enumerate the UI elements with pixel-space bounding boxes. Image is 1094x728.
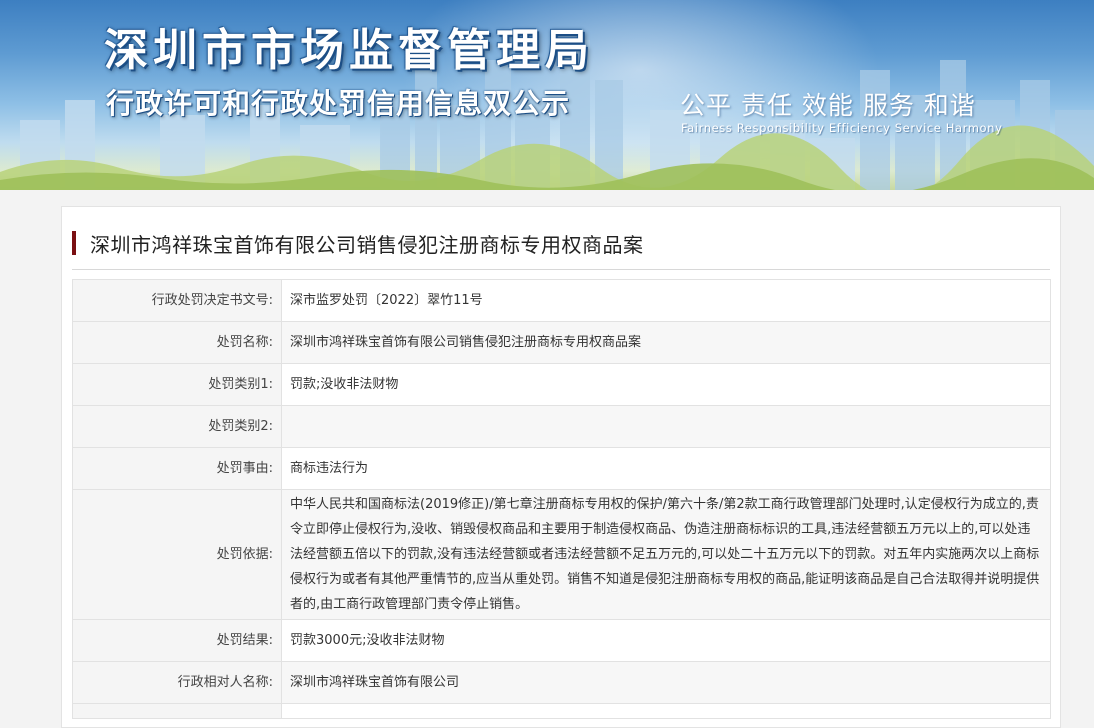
field-label: 行政处罚决定书文号: — [72, 279, 282, 322]
field-value: 深圳市鸿祥珠宝首饰有限公司 — [281, 661, 1051, 704]
content-panel: 深圳市鸿祥珠宝首饰有限公司销售侵犯注册商标专用权商品案 行政处罚决定书文号: 深… — [61, 206, 1061, 728]
field-value: 罚款3000元;没收非法财物 — [281, 619, 1051, 662]
table-row: 处罚类别1: 罚款;没收非法财物 — [72, 363, 1051, 406]
field-value — [281, 703, 1051, 719]
penalty-info-table: 行政处罚决定书文号: 深市监罗处罚〔2022〕翠竹11号 处罚名称: 深圳市鸿祥… — [72, 279, 1051, 719]
case-title-header: 深圳市鸿祥珠宝首饰有限公司销售侵犯注册商标专用权商品案 — [72, 229, 1050, 270]
field-value: 深圳市鸿祥珠宝首饰有限公司销售侵犯注册商标专用权商品案 — [281, 321, 1051, 364]
field-label: 处罚依据: — [72, 489, 282, 620]
field-label — [72, 703, 282, 719]
site-title: 深圳市市场监督管理局 — [104, 25, 594, 76]
field-label: 处罚类别1: — [72, 363, 282, 406]
field-label: 行政相对人名称: — [72, 661, 282, 704]
field-value: 罚款;没收非法财物 — [281, 363, 1051, 406]
field-value — [281, 405, 1051, 448]
site-subtitle: 行政许可和行政处罚信用信息双公示 — [106, 87, 571, 120]
title-accent-bar — [72, 231, 76, 255]
field-label: 处罚结果: — [72, 619, 282, 662]
table-row: 行政处罚决定书文号: 深市监罗处罚〔2022〕翠竹11号 — [72, 279, 1051, 322]
table-row: 处罚依据: 中华人民共和国商标法(2019修正)/第七章注册商标专用权的保护/第… — [72, 489, 1051, 620]
field-value: 中华人民共和国商标法(2019修正)/第七章注册商标专用权的保护/第六十条/第2… — [281, 489, 1051, 620]
table-row: 处罚结果: 罚款3000元;没收非法财物 — [72, 619, 1051, 662]
field-label: 处罚名称: — [72, 321, 282, 364]
motto-english: Fairness Responsibility Efficiency Servi… — [681, 121, 1003, 135]
header-banner: 深圳市市场监督管理局 行政许可和行政处罚信用信息双公示 公平 责任 效能 服务 … — [0, 0, 1094, 190]
field-label: 处罚事由: — [72, 447, 282, 490]
field-value: 商标违法行为 — [281, 447, 1051, 490]
table-row: 处罚类别2: — [72, 405, 1051, 448]
table-row: 处罚名称: 深圳市鸿祥珠宝首饰有限公司销售侵犯注册商标专用权商品案 — [72, 321, 1051, 364]
case-title: 深圳市鸿祥珠宝首饰有限公司销售侵犯注册商标专用权商品案 — [90, 233, 644, 257]
field-label: 处罚类别2: — [72, 405, 282, 448]
motto-text: 公平 责任 效能 服务 和谐 — [680, 91, 976, 120]
table-row: 处罚事由: 商标违法行为 — [72, 447, 1051, 490]
table-row — [72, 703, 1051, 719]
field-value: 深市监罗处罚〔2022〕翠竹11号 — [281, 279, 1051, 322]
table-row: 行政相对人名称: 深圳市鸿祥珠宝首饰有限公司 — [72, 661, 1051, 704]
